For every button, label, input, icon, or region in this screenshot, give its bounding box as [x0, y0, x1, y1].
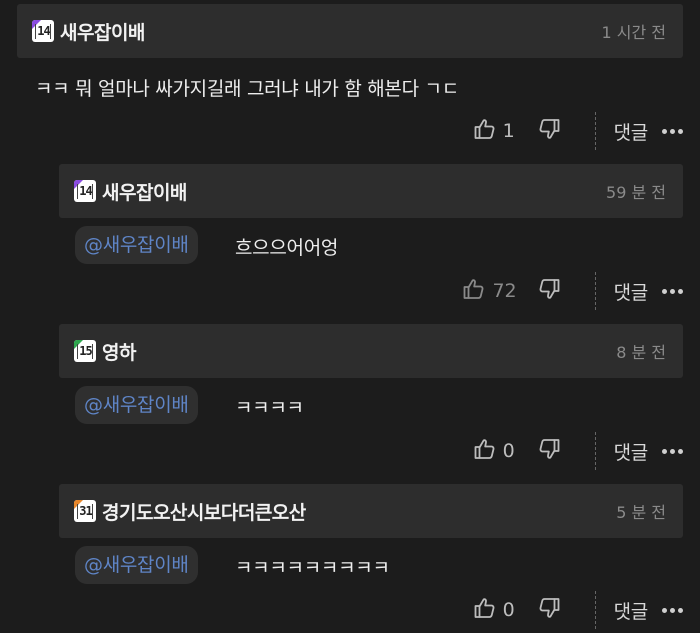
author-name[interactable]: 새우잡이배 — [102, 178, 187, 205]
like-button[interactable]: 72 — [462, 277, 517, 305]
thumbs-down-icon — [537, 596, 561, 624]
badge-level: 14 — [77, 184, 94, 199]
more-dots-icon[interactable] — [662, 288, 683, 294]
comment-actions: 72 댓글 — [462, 271, 700, 311]
reply-button[interactable]: 댓글 — [614, 438, 649, 465]
like-count: 0 — [502, 440, 515, 462]
timestamp: 1 시간 전 — [601, 23, 666, 42]
more-dots-icon[interactable] — [662, 128, 683, 134]
thumbs-down-icon — [537, 437, 561, 465]
badge-level: 31 — [77, 504, 94, 519]
level-badge: 31 — [74, 500, 96, 522]
timestamp: 5 분 전 — [616, 503, 666, 522]
like-count: 1 — [502, 120, 515, 142]
comment-header: 14 새우잡이배 1 시간 전 — [17, 4, 683, 58]
comment-header: 15 영하 8 분 전 — [59, 324, 683, 378]
action-divider — [594, 112, 596, 150]
more-dots-icon[interactable] — [662, 607, 683, 613]
dislike-button[interactable] — [537, 437, 561, 465]
like-count: 0 — [502, 599, 515, 621]
comment-text: 흐으으어어엉 — [235, 237, 339, 259]
thumbs-up-icon — [473, 437, 497, 465]
badge-level: 14 — [35, 24, 52, 39]
author-name[interactable]: 새우잡이배 — [60, 18, 145, 45]
more-dots-icon[interactable] — [662, 448, 683, 454]
comment-text: ㅋㅋㅋㅋㅋㅋㅋㅋㅋ — [235, 557, 390, 579]
author-name[interactable]: 경기도오산시보다더큰오산 — [102, 498, 306, 525]
mention-tag[interactable]: @새우잡이배 — [75, 546, 198, 584]
comment-actions: 0 댓글 — [473, 431, 700, 471]
dislike-button[interactable] — [537, 596, 561, 624]
comment-text: ㅋㅋㅋㅋ — [235, 397, 304, 419]
timestamp: 59 분 전 — [606, 183, 666, 202]
thumbs-down-icon — [537, 117, 561, 145]
reply-button[interactable]: 댓글 — [614, 278, 649, 305]
thumbs-down-icon — [537, 277, 561, 305]
author-name[interactable]: 영하 — [102, 338, 136, 365]
comment-thread: 14 새우잡이배 1 시간 전 ㅋㅋ 뭐 얼마나 싸가지길래 그러냐 내가 함 … — [0, 0, 700, 633]
action-divider — [594, 591, 596, 629]
level-badge: 15 — [74, 340, 96, 362]
level-badge: 14 — [32, 20, 54, 42]
action-divider — [594, 432, 596, 470]
like-button[interactable]: 0 — [473, 596, 517, 624]
timestamp: 8 분 전 — [616, 343, 666, 362]
badge-level: 15 — [77, 344, 94, 359]
thumbs-up-icon — [473, 596, 497, 624]
action-divider — [594, 272, 596, 310]
thumbs-up-icon — [473, 117, 497, 145]
mention-tag[interactable]: @새우잡이배 — [75, 226, 198, 264]
dislike-button[interactable] — [537, 117, 561, 145]
reply-button[interactable]: 댓글 — [614, 597, 649, 624]
comment-text: ㅋㅋ 뭐 얼마나 싸가지길래 그러냐 내가 함 해본다 ㄱㄷ — [35, 78, 459, 100]
reply-button[interactable]: 댓글 — [614, 118, 649, 145]
thumbs-up-icon — [462, 277, 486, 305]
comment-actions: 1 댓글 — [473, 111, 700, 151]
dislike-button[interactable] — [537, 277, 561, 305]
like-button[interactable]: 1 — [473, 117, 517, 145]
like-count: 72 — [492, 280, 517, 302]
comment-actions: 0 댓글 — [473, 590, 700, 630]
comment-header: 14 새우잡이배 59 분 전 — [59, 164, 683, 218]
like-button[interactable]: 0 — [473, 437, 517, 465]
level-badge: 14 — [74, 180, 96, 202]
comment-header: 31 경기도오산시보다더큰오산 5 분 전 — [59, 484, 683, 538]
mention-tag[interactable]: @새우잡이배 — [75, 386, 198, 424]
